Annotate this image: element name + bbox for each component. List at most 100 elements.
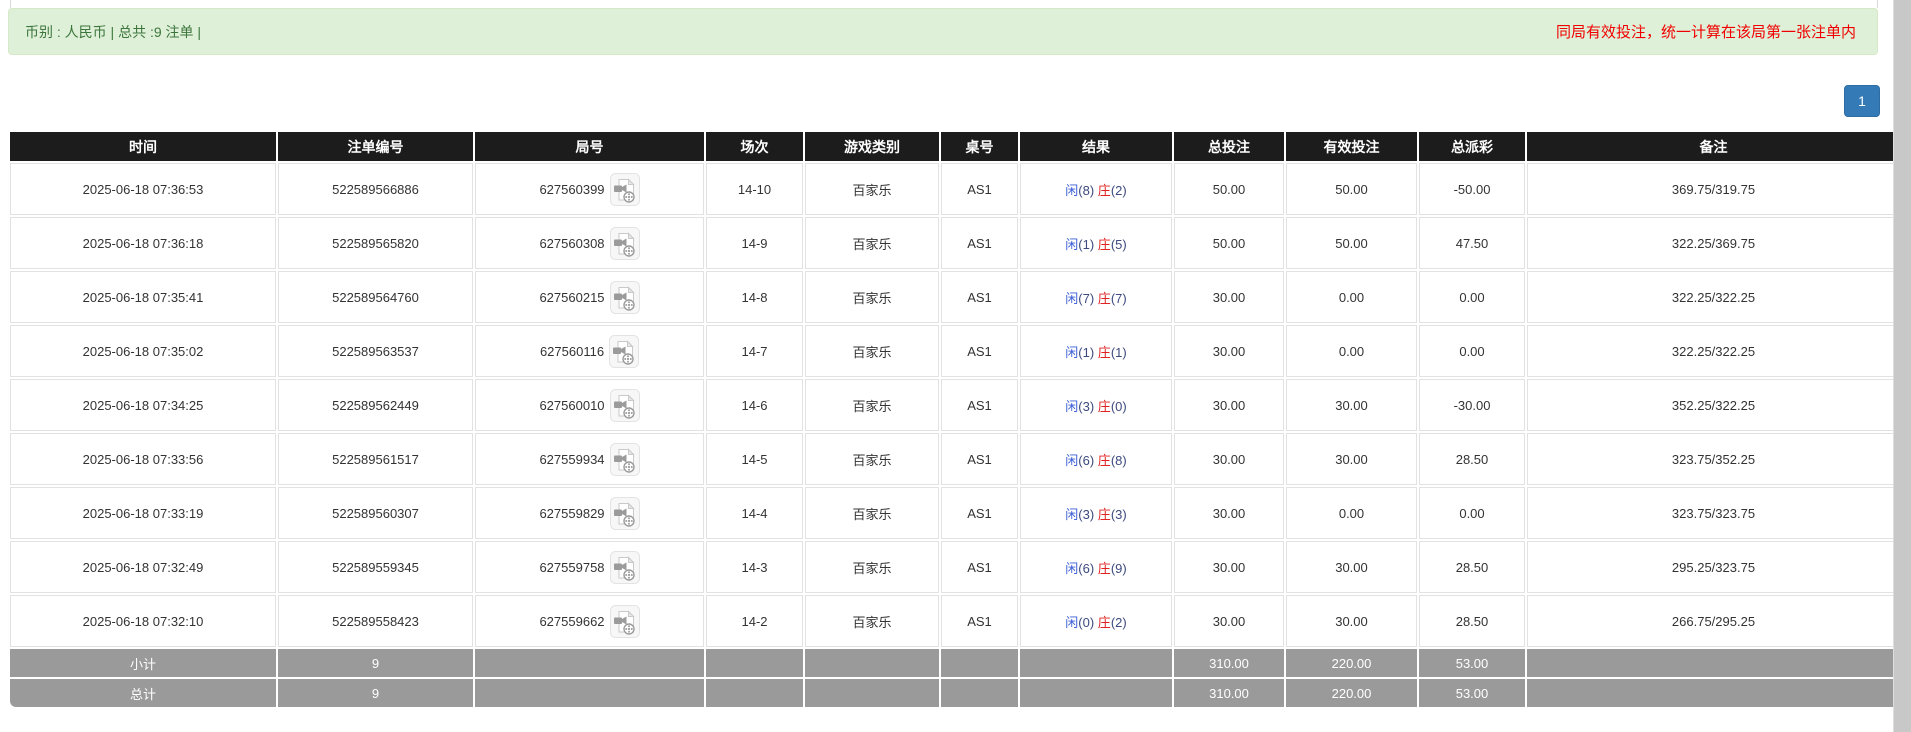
- table-row: 2025-06-18 07:36:18522589565820627560308…: [10, 217, 1900, 269]
- total-bet-cell[interactable]: 30.00: [1174, 487, 1284, 539]
- total-bet-cell[interactable]: 30.00: [1174, 379, 1284, 431]
- time-cell: 2025-06-18 07:33:19: [10, 487, 276, 539]
- result-score: (7): [1111, 291, 1127, 306]
- round-cell: 627559934: [475, 433, 704, 485]
- total-bet-cell[interactable]: 30.00: [1174, 595, 1284, 647]
- result-player: 闲: [1065, 507, 1078, 522]
- total-row-total-bet-cell: 310.00: [1174, 679, 1284, 707]
- round-number: 627560116: [540, 344, 604, 359]
- bet-records-table: 时间注单编号局号场次游戏类别桌号结果总投注有效投注总派彩备注 2025-06-1…: [8, 130, 1902, 709]
- round-number: 627559758: [539, 560, 604, 575]
- bet-id-cell: 522589564760: [278, 271, 473, 323]
- result-score: (2): [1111, 183, 1127, 198]
- time-cell: 2025-06-18 07:35:02: [10, 325, 276, 377]
- pagination-page-1[interactable]: 1: [1844, 85, 1880, 117]
- payout-cell: 28.50: [1419, 433, 1525, 485]
- time-cell: 2025-06-18 07:32:49: [10, 541, 276, 593]
- result-score: (3): [1078, 399, 1098, 414]
- bet-id-cell: 522589563537: [278, 325, 473, 377]
- remark-cell: 295.25/323.75: [1527, 541, 1900, 593]
- result-score: (1): [1078, 345, 1098, 360]
- result-score: (3): [1078, 507, 1098, 522]
- total-row-game-type-cell: [805, 679, 939, 707]
- round-number: 627560010: [539, 398, 604, 413]
- video-replay-icon[interactable]: [610, 173, 640, 206]
- remark-cell: 369.75/319.75: [1527, 163, 1900, 215]
- video-replay-icon[interactable]: [610, 497, 640, 530]
- bet-id-cell: 522589565820: [278, 217, 473, 269]
- video-replay-icon[interactable]: [610, 551, 640, 584]
- table-row: 2025-06-18 07:35:41522589564760627560215…: [10, 271, 1900, 323]
- remark-cell: 266.75/295.25: [1527, 595, 1900, 647]
- valid-bet-cell: 0.00: [1286, 487, 1417, 539]
- col-header-total-bet: 总投注: [1174, 132, 1284, 161]
- time-cell: 2025-06-18 07:33:56: [10, 433, 276, 485]
- remark-cell: 322.25/322.25: [1527, 325, 1900, 377]
- time-cell: 2025-06-18 07:36:53: [10, 163, 276, 215]
- table-no-cell: AS1: [941, 541, 1018, 593]
- col-header-remark: 备注: [1527, 132, 1900, 161]
- total-bet-cell[interactable]: 30.00: [1174, 271, 1284, 323]
- vertical-scrollbar[interactable]: [1893, 0, 1911, 732]
- total-row-table-no-cell: [941, 679, 1018, 707]
- panel-top-edge: [10, 0, 1878, 8]
- payout-cell: 0.00: [1419, 325, 1525, 377]
- valid-bet-cell: 30.00: [1286, 541, 1417, 593]
- subtotal-row-table-no-cell: [941, 649, 1018, 677]
- result-player: 闲: [1065, 345, 1078, 360]
- result-banker: 庄: [1098, 237, 1111, 252]
- game-type-cell: 百家乐: [805, 163, 939, 215]
- time-cell: 2025-06-18 07:35:41: [10, 271, 276, 323]
- result-cell: 闲(3) 庄(3): [1020, 487, 1172, 539]
- session-cell: 14-5: [706, 433, 803, 485]
- game-type-cell: 百家乐: [805, 271, 939, 323]
- valid-bet-cell: 50.00: [1286, 217, 1417, 269]
- total-row-payout-cell: 53.00: [1419, 679, 1525, 707]
- subtotal-row-total-bet-cell: 310.00: [1174, 649, 1284, 677]
- col-header-round: 局号: [475, 132, 704, 161]
- col-header-valid-bet: 有效投注: [1286, 132, 1417, 161]
- table-row: 2025-06-18 07:35:02522589563537 627560116…: [10, 325, 1900, 377]
- result-cell: 闲(1) 庄(5): [1020, 217, 1172, 269]
- video-replay-icon[interactable]: [610, 389, 640, 422]
- video-replay-icon[interactable]: [610, 605, 640, 638]
- total-row-result-cell: [1020, 679, 1172, 707]
- result-cell: 闲(7) 庄(7): [1020, 271, 1172, 323]
- valid-bet-cell: 30.00: [1286, 595, 1417, 647]
- bet-id-cell: 522589561517: [278, 433, 473, 485]
- video-replay-icon[interactable]: [610, 281, 640, 314]
- round-number: 627560308: [539, 236, 604, 251]
- result-cell: 闲(1) 庄(1): [1020, 325, 1172, 377]
- session-cell: 14-2: [706, 595, 803, 647]
- result-banker: 庄: [1098, 183, 1111, 198]
- total-bet-cell[interactable]: 30.00: [1174, 541, 1284, 593]
- time-cell: 2025-06-18 07:34:25: [10, 379, 276, 431]
- session-cell: 14-6: [706, 379, 803, 431]
- video-replay-icon[interactable]: [610, 227, 640, 260]
- game-type-cell: 百家乐: [805, 379, 939, 431]
- total-bet-cell[interactable]: 30.00: [1174, 433, 1284, 485]
- table-row: 2025-06-18 07:33:56522589561517 627559934…: [10, 433, 1900, 485]
- result-banker: 庄: [1098, 345, 1111, 360]
- video-replay-icon[interactable]: [610, 443, 640, 476]
- total-bet-cell[interactable]: 50.00: [1174, 217, 1284, 269]
- summary-note: 同局有效投注，统一计算在该局第一张注单内: [1556, 21, 1856, 42]
- table-no-cell: AS1: [941, 271, 1018, 323]
- total-bet-cell[interactable]: 50.00: [1174, 163, 1284, 215]
- valid-bet-cell: 0.00: [1286, 325, 1417, 377]
- total-row-time-cell: 总计: [10, 679, 276, 707]
- summary-bar: 币别 : 人民币 | 总共 :9 注单 | 同局有效投注，统一计算在该局第一张注…: [8, 8, 1878, 55]
- result-score: (3): [1111, 507, 1127, 522]
- round-number: 627559934: [539, 452, 604, 467]
- round-cell: 627560399: [475, 163, 704, 215]
- result-banker: 庄: [1098, 399, 1111, 414]
- video-replay-icon[interactable]: [609, 335, 639, 368]
- total-bet-cell[interactable]: 30.00: [1174, 325, 1284, 377]
- col-header-payout: 总派彩: [1419, 132, 1525, 161]
- result-banker: 庄: [1098, 291, 1111, 306]
- result-score: (0): [1078, 615, 1098, 630]
- result-score: (9): [1111, 561, 1127, 576]
- session-cell: 14-9: [706, 217, 803, 269]
- round-number: 627559829: [539, 506, 604, 521]
- total-row-valid-bet-cell: 220.00: [1286, 679, 1417, 707]
